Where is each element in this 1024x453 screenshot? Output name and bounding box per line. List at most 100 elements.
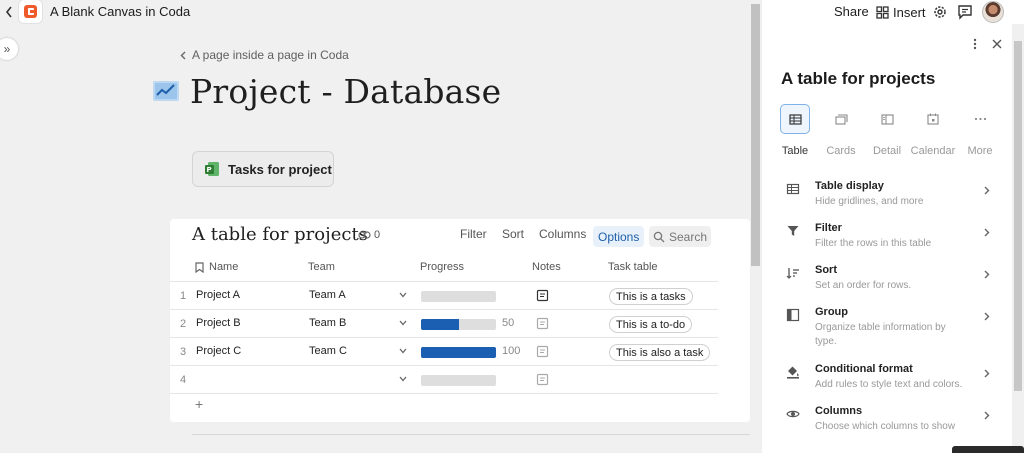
chevron-down-icon[interactable] (399, 348, 407, 354)
chevron-right-icon (984, 270, 990, 279)
panel-title[interactable]: A table for projects (781, 69, 935, 89)
layout-option-cards[interactable]: Cards (818, 104, 864, 157)
panel-option-title: Table display (815, 180, 884, 192)
insert-button[interactable]: Insert (876, 3, 926, 21)
cell-name[interactable]: Project B (196, 317, 241, 329)
layout-option-detail[interactable]: Detail (864, 104, 910, 157)
panel-option-description: Filter the rows in this table (815, 238, 932, 249)
panel-option-conditional-format[interactable]: Conditional format Add rules to style tex… (776, 363, 996, 397)
tasks-for-project-button[interactable]: P Tasks for project (192, 151, 334, 187)
page-title[interactable]: Project - Database (190, 72, 501, 111)
panel-option-columns[interactable]: Columns Choose which columns to show (776, 405, 996, 439)
column-header-team[interactable]: Team (308, 261, 335, 273)
tasks-button-label: Tasks for project (228, 161, 332, 177)
sort-icon (786, 266, 800, 280)
link-icon (358, 231, 371, 239)
back-chevron-icon[interactable] (4, 5, 14, 19)
chevron-right-icon (984, 228, 990, 237)
column-header-notes[interactable]: Notes (532, 261, 561, 273)
chevron-right-icon (984, 186, 990, 195)
panel-option-description: Choose which columns to show (815, 421, 956, 432)
progress-bar[interactable] (421, 375, 496, 386)
insert-label: Insert (893, 4, 926, 20)
add-row-button[interactable]: + (195, 396, 203, 412)
cell-name[interactable]: Project C (196, 345, 241, 357)
table-row[interactable]: 4 (170, 366, 718, 394)
panel-option-table-display[interactable]: Table display Hide gridlines, and more (776, 180, 996, 214)
share-button[interactable]: Share (834, 4, 869, 19)
panel-option-group[interactable]: Group Organize table information by type. (776, 306, 996, 350)
progress-bar[interactable] (421, 291, 496, 302)
svg-text:P: P (207, 166, 212, 174)
note-icon[interactable] (536, 317, 549, 330)
task-pill[interactable]: This is a tasks (609, 288, 693, 305)
main-scrollbar[interactable] (750, 0, 762, 453)
panel-option-title: Filter (815, 222, 842, 234)
task-pill[interactable]: This is also a task (609, 344, 711, 361)
panel-option-filter[interactable]: Filter Filter the rows in this table (776, 222, 996, 256)
chevron-left-icon (180, 51, 186, 59)
column-header-name[interactable]: Name (209, 261, 238, 273)
chart-page-icon[interactable] (152, 78, 180, 104)
breadcrumb[interactable]: A page inside a page in Coda (180, 48, 349, 62)
column-header-progress[interactable]: Progress (420, 261, 464, 273)
progress-bar-fill (421, 319, 459, 330)
row-number: 1 (179, 290, 187, 302)
cell-team[interactable]: Team B (309, 317, 346, 329)
calendar-icon (918, 104, 948, 134)
panel-option-description: Hide gridlines, and more (815, 196, 924, 207)
project-app-icon: P (205, 162, 219, 176)
eye-icon (786, 407, 800, 421)
progress-bar[interactable] (421, 347, 496, 358)
column-header-task-table[interactable]: Task table (608, 261, 658, 273)
table-search-input[interactable]: Search (649, 226, 711, 247)
panel-scrollbar[interactable] (1012, 24, 1024, 453)
cell-name[interactable]: Project A (196, 289, 240, 301)
table-row[interactable]: 2 Project B Team B 50 This is a to-do (170, 310, 718, 338)
breadcrumb-label: A page inside a page in Coda (192, 48, 349, 62)
table-link-count[interactable]: 0 (358, 229, 380, 241)
panel-option-description: Set an order for rows. (815, 280, 912, 291)
cell-team[interactable]: Team C (309, 345, 347, 357)
task-pill[interactable]: This is a to-do (609, 316, 693, 333)
expand-sidebar-icon[interactable]: » (0, 38, 18, 60)
table-sort-button[interactable]: Sort (502, 227, 524, 241)
table-columns-button[interactable]: Columns (539, 227, 586, 241)
row-number: 3 (179, 346, 187, 358)
kebab-menu-icon[interactable] (972, 37, 978, 51)
paint-bucket-icon (786, 365, 800, 379)
chevron-down-icon[interactable] (399, 320, 407, 326)
table-title[interactable]: A table for projects (192, 224, 368, 245)
gear-icon[interactable] (932, 4, 948, 20)
doc-title[interactable]: A Blank Canvas in Coda (50, 4, 190, 19)
table-row[interactable]: 1 Project A Team A This is a tasks (170, 282, 718, 310)
note-icon[interactable] (536, 373, 549, 386)
panel-option-sort[interactable]: Sort Set an order for rows. (776, 264, 996, 298)
chevron-right-icon (984, 411, 990, 420)
cards-icon (826, 104, 856, 134)
bottom-dark-tab (952, 446, 1024, 453)
layout-option-table[interactable]: Table (772, 104, 818, 157)
panel-option-title: Group (815, 306, 848, 318)
layout-option-label: More (967, 145, 993, 157)
cell-team[interactable]: Team A (309, 289, 346, 301)
progress-bar[interactable] (421, 319, 496, 330)
chevron-down-icon[interactable] (399, 376, 407, 382)
panel-option-title: Sort (815, 264, 837, 276)
comment-icon[interactable] (957, 4, 973, 20)
layout-option-calendar[interactable]: Calendar (910, 104, 956, 157)
close-icon[interactable] (992, 39, 1002, 49)
user-avatar[interactable] (982, 1, 1004, 23)
layout-option-label: Cards (826, 145, 856, 157)
row-number: 2 (179, 318, 187, 330)
bookmark-icon (195, 262, 204, 273)
chevron-down-icon[interactable] (399, 292, 407, 298)
coda-logo-icon[interactable] (19, 0, 42, 23)
note-icon[interactable] (536, 345, 549, 358)
panel-option-description: Add rules to style text and colors. (815, 379, 963, 390)
table-row[interactable]: 3 Project C Team C 100 This is also a task (170, 338, 718, 366)
note-icon[interactable] (536, 289, 549, 302)
layout-option-more[interactable]: More (957, 104, 1003, 157)
table-options-button[interactable]: Options (593, 226, 645, 247)
table-filter-button[interactable]: Filter (460, 227, 487, 241)
